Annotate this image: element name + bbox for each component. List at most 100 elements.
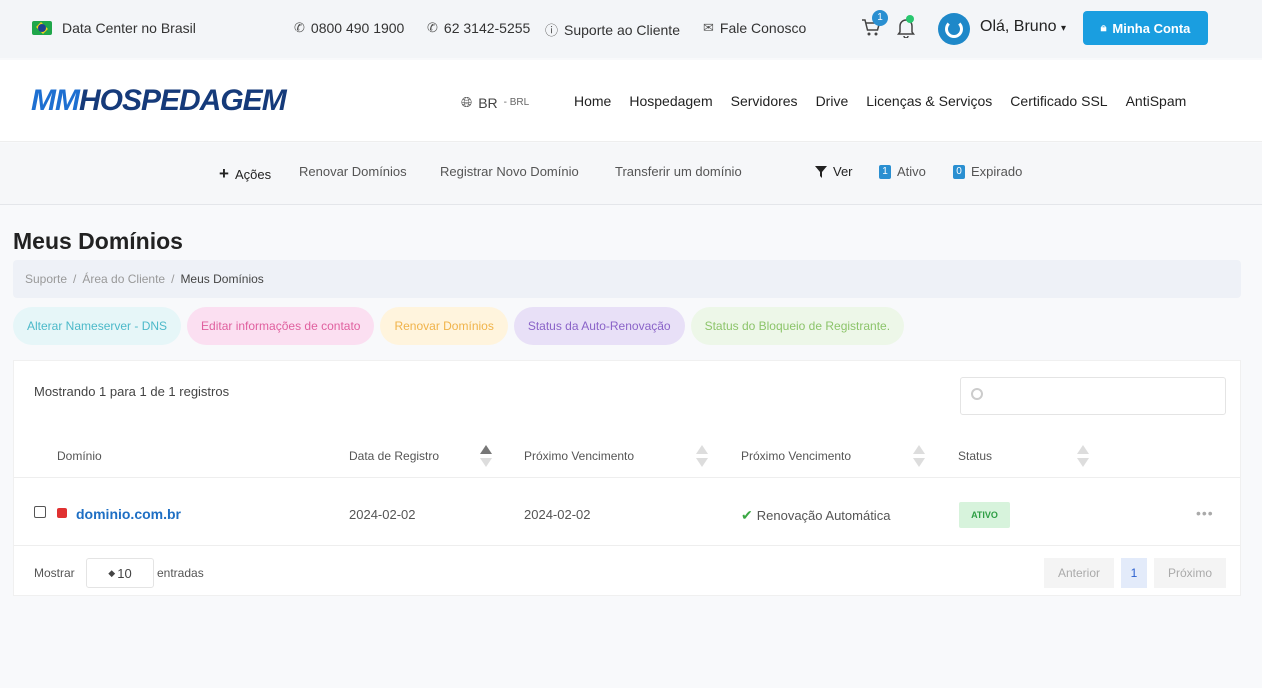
register-domain-link[interactable]: Registrar Novo Domínio [440,164,579,179]
power-icon [945,20,963,38]
renewal-cell: ✔ Renovação Automática [741,507,890,524]
more-options-icon[interactable]: ••• [1196,505,1214,521]
datacenter-label: Data Center no Brasil [62,20,196,36]
brazil-flag-icon [32,21,52,35]
filter-expired[interactable]: 0 Expirado [953,164,1022,179]
top-bar: Data Center no Brasil ✆ 0800 490 1900 ✆ … [0,0,1262,58]
renew-domains-button[interactable]: Renovar Domínios [380,307,508,345]
entries-select[interactable]: ◆ 10 [86,558,154,588]
entries-label: entradas [157,566,204,580]
expired-label: Expirado [971,164,1023,179]
user-menu[interactable]: Olá, Bruno ▾ [980,18,1066,36]
renew-domains-link[interactable]: Renovar Domínios [299,164,407,179]
registrar-lock-button[interactable]: Status do Bloqueio de Registrante. [690,307,905,345]
sort-icon[interactable] [1077,445,1089,467]
domain-link[interactable]: dominio.com.br [76,506,181,522]
sort-icon[interactable] [696,445,708,467]
logo-part-2: HOSPEDAGEM [78,84,287,117]
reg-date-cell: 2024-02-02 [349,507,416,522]
main-nav: MMHOSPEDAGEM 🌐︎ BR - BRL Home Hospedagem… [0,60,1262,142]
actions-menu[interactable]: + Ações [219,164,271,184]
breadcrumb-current: Meus Domínios [180,272,264,286]
filter-icon [815,165,827,178]
pagination-next[interactable]: Próximo [1154,558,1226,588]
caret-down-icon: ▾ [1060,23,1066,34]
contact-label: Fale Conosco [719,20,807,36]
status-badge: ATIVO [959,502,1010,528]
checkmark-icon: ✔ [741,507,753,523]
notification-dot [906,15,914,23]
bulk-action-pills: Alterar Nameserver - DNS Editar informaç… [13,307,905,345]
expired-count-badge: 0 [953,164,965,179]
phone-icon: ✆ [294,20,305,35]
logo[interactable]: MMHOSPEDAGEM [31,84,287,118]
breadcrumb-separator: / [73,272,77,286]
logo-part-1: MM [31,84,80,117]
breadcrumb-client-area[interactable]: Área do Cliente [82,272,165,286]
nav-licencas[interactable]: Licenças & Serviços [866,93,992,109]
row-checkbox[interactable] [34,506,46,518]
page-title: Meus Domínios [13,228,183,254]
col-reg-date[interactable]: Data de Registro [349,449,439,463]
divider [14,545,1240,546]
my-account-button[interactable]: 🔒︎ Minha Conta [1083,11,1208,45]
avatar[interactable] [938,13,970,45]
phone-icon: ✆ [427,20,438,35]
mail-icon: ✉ [703,20,714,35]
active-label: Ativo [897,164,926,179]
edit-contact-button[interactable]: Editar informações de contato [187,307,375,345]
plus-icon: + [219,164,229,183]
support-label: Suporte ao Cliente [564,21,680,38]
nav-home[interactable]: Home [574,93,611,109]
view-label: Ver [833,164,853,179]
auto-renew-status-button[interactable]: Status da Auto-Renovação [513,307,685,345]
greeting-label: Olá, Bruno [980,18,1057,35]
breadcrumb: Suporte / Área do Cliente / Meus Domínio… [13,260,1241,298]
active-count-badge: 1 [879,164,891,179]
nav-servidores[interactable]: Servidores [731,93,798,109]
phone-link-2[interactable]: ✆ 62 3142-5255 [427,20,530,36]
pagination-prev[interactable]: Anterior [1044,558,1114,588]
currency-sub: - BRL [503,97,530,108]
breadcrumb-support[interactable]: Suporte [25,272,67,286]
phone-2: 62 3142-5255 [443,20,531,36]
phone-1: 0800 490 1900 [310,20,405,36]
nav-hospedagem[interactable]: Hospedagem [629,93,712,109]
currency-selector[interactable]: 🌐︎ BR - BRL [461,94,529,111]
sort-icon[interactable] [480,445,492,467]
pagination-page-1[interactable]: 1 [1121,558,1147,588]
currency-main: BR [478,94,498,111]
nav-ssl[interactable]: Certificado SSL [1010,93,1107,109]
contact-link[interactable]: ✉ Fale Conosco [703,20,806,36]
nav-items: Home Hospedagem Servidores Drive Licença… [574,93,1186,109]
col-next-due[interactable]: Próximo Vencimento [524,449,634,463]
next-due-cell: 2024-02-02 [524,507,591,522]
col-status[interactable]: Status [958,449,992,463]
select-arrows-icon: ◆ [108,567,116,578]
entries-value: 10 [117,565,132,581]
view-filter[interactable]: Ver [815,164,853,179]
lock-icon: 🔒︎ [1100,21,1107,34]
search-icon [971,388,983,400]
datacenter-info: Data Center no Brasil [32,20,196,36]
transfer-domain-link[interactable]: Transferir um domínio [615,164,742,179]
filter-active[interactable]: 1 Ativo [879,164,926,179]
show-label: Mostrar [34,566,75,580]
sort-icon[interactable] [913,445,925,467]
domains-table-panel: Mostrando 1 para 1 de 1 registros Domíni… [13,360,1241,596]
info-icon: ⓘ [545,23,559,38]
change-nameserver-button[interactable]: Alterar Nameserver - DNS [13,307,182,345]
col-domain[interactable]: Domínio [57,449,102,463]
domain-actions-bar: + Ações Renovar Domínios Registrar Novo … [0,143,1262,205]
records-info: Mostrando 1 para 1 de 1 registros [34,384,230,399]
table-search-input[interactable] [960,377,1226,415]
nav-antispam[interactable]: AntiSpam [1126,93,1187,109]
breadcrumb-separator: / [171,272,175,286]
phone-link-1[interactable]: ✆ 0800 490 1900 [294,20,404,36]
nav-drive[interactable]: Drive [816,93,849,109]
globe-icon: 🌐︎ [461,94,473,110]
cart-count-badge: 1 [872,10,888,26]
support-link[interactable]: ⓘ Suporte ao Cliente [545,20,680,39]
renewal-label: Renovação Automática [756,508,891,523]
col-renewal[interactable]: Próximo Vencimento [741,449,851,463]
